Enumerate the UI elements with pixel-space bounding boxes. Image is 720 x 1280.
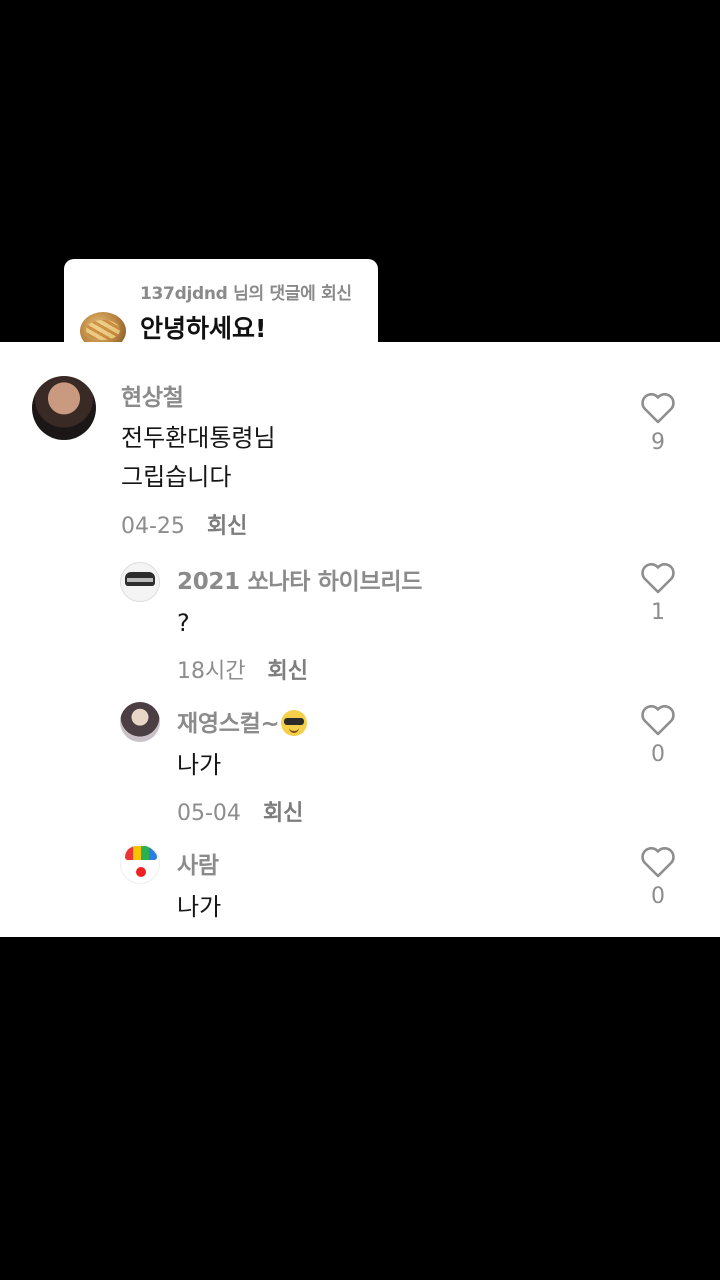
reply-meta: 05-04 회신 (177, 795, 303, 827)
avatar[interactable] (120, 562, 160, 602)
reply-username[interactable]: 2021 쏘나타 하이브리드 (177, 562, 422, 596)
avatar[interactable] (120, 844, 160, 884)
like-button[interactable]: 9 (638, 392, 678, 455)
avatar[interactable] (32, 376, 96, 440)
heart-outline-icon (641, 563, 675, 594)
reply-meta: 18시간 회신 (177, 653, 308, 685)
like-count: 9 (651, 430, 665, 455)
like-button[interactable]: 1 (638, 562, 678, 625)
reply-username[interactable]: 재영스컬~ (177, 704, 308, 738)
reply-to-meta: 137djdnd 님의 댓글에 회신 (140, 284, 352, 304)
reply-to-text: 안녕하세요! (140, 314, 267, 343)
like-count: 0 (651, 884, 665, 909)
heart-outline-icon (641, 393, 675, 424)
comment-text-line: 전두환대통령님 (121, 424, 276, 452)
comment-text: 전두환대통령님 그립습니다 (121, 419, 276, 497)
sunglasses-emoji-icon (281, 710, 308, 736)
comments-panel: 현상철 전두환대통령님 그립습니다 04-25 회신 9 2021 쏘나타 하이브… (0, 342, 720, 937)
reply-button[interactable]: 회신 (263, 801, 303, 826)
like-button[interactable]: 0 (638, 846, 678, 909)
like-count: 1 (651, 600, 665, 625)
comment-meta: 04-25 회신 (121, 508, 247, 540)
reply-username[interactable]: 사람 (177, 846, 219, 880)
heart-outline-icon (641, 847, 675, 878)
reply-text: 나가 (177, 751, 222, 779)
like-count: 0 (651, 742, 665, 767)
reply-username-text: 재영스컬~ (177, 711, 280, 737)
comment-username[interactable]: 현상철 (121, 378, 184, 412)
like-button[interactable]: 0 (638, 704, 678, 767)
comment-text-line: 그립습니다 (121, 463, 232, 491)
reply-button[interactable]: 회신 (267, 659, 307, 684)
avatar[interactable] (120, 702, 160, 742)
reply-date: 18시간 (177, 659, 246, 684)
heart-outline-icon (641, 705, 675, 736)
comment-date: 04-25 (121, 514, 185, 539)
reply-text: ? (177, 609, 190, 637)
reply-date: 05-04 (177, 801, 241, 826)
reply-text: 나가 (177, 893, 222, 921)
reply-button[interactable]: 회신 (207, 514, 247, 539)
